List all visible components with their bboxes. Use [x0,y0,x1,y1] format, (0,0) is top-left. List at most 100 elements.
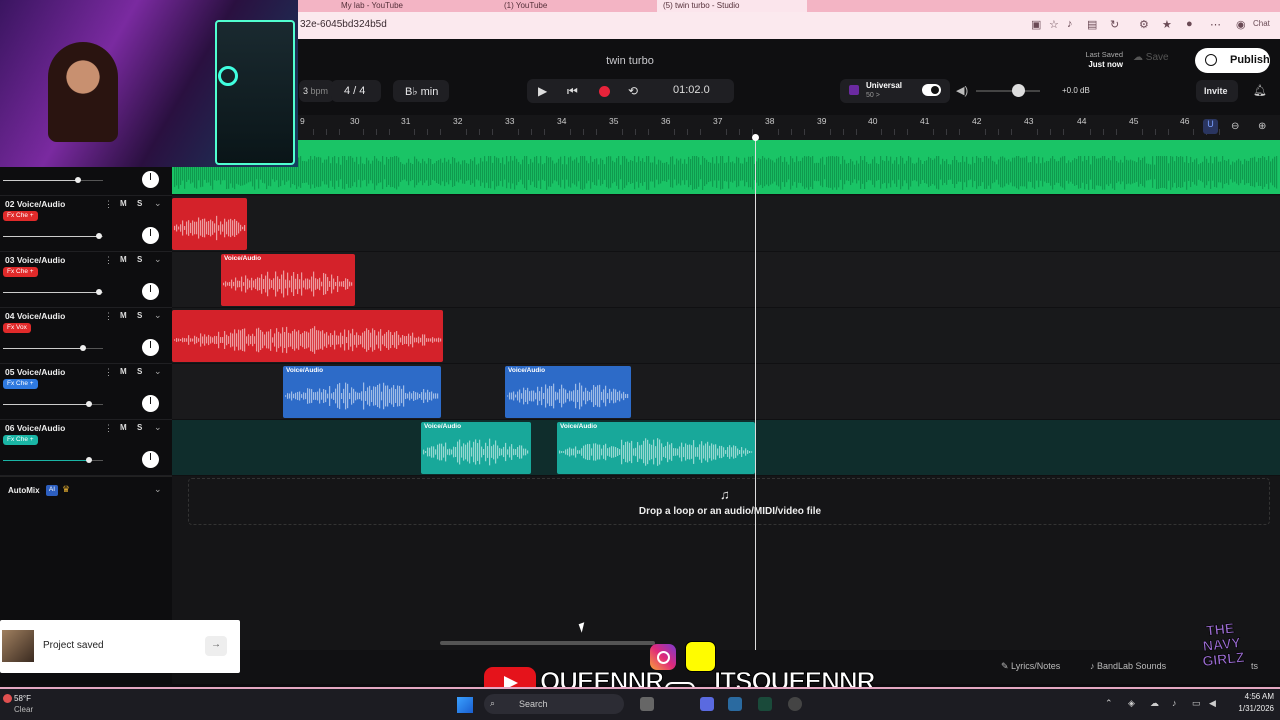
zoom-out-icon[interactable]: ⊖ [1231,121,1239,132]
track-fx-badge[interactable]: Fx Che + [3,267,38,277]
solo-button[interactable]: S [137,311,142,320]
audio-clip[interactable]: Voice/Audio [557,422,755,474]
save-button[interactable]: ☁ Save [1133,52,1183,69]
refresh-icon[interactable]: ↻ [1110,18,1119,31]
track-header[interactable]: 05 Voice/Audio Fx Che + ⋮ M S ⌄ [0,364,172,420]
time-signature[interactable]: 4 / 4 [331,80,381,102]
weather-temp[interactable]: 58°F [14,694,31,703]
audio-clip[interactable]: Voice/Audio [221,254,355,306]
audio-clip[interactable]: Voice/Audio [283,366,441,418]
steam-icon[interactable] [728,697,742,711]
browser-tab-active[interactable]: (5) twin turbo - Studio [657,0,807,12]
obs-icon[interactable] [788,697,802,711]
weather-condition[interactable]: Clear [14,705,33,714]
mic-tray-icon[interactable]: ♪ [1172,698,1177,708]
track-menu-icon[interactable]: ⋮ [104,367,113,378]
snap-magnet-icon[interactable]: U [1203,119,1218,134]
zoom-in-icon[interactable]: ⊕ [1258,121,1266,132]
pan-knob[interactable] [142,171,159,188]
cloud-icon[interactable]: ☁ [1150,698,1159,709]
track-volume-knob[interactable] [75,177,81,183]
master-volume-slider[interactable] [976,90,1040,92]
playhead-handle[interactable] [752,134,759,141]
key-selector[interactable]: B♭ min [393,80,449,102]
clock-time[interactable]: 4:56 AM [1224,692,1274,701]
profile-icon[interactable]: ● [1186,18,1193,30]
track-volume-knob[interactable] [96,233,102,239]
lyrics-notes-button[interactable]: ✎ Lyrics/Notes [1001,661,1060,672]
taskbar-search[interactable]: Search [484,694,624,714]
bandlab-sounds-button[interactable]: ♪ BandLab Sounds [1090,661,1166,671]
favorites-icon[interactable]: ★ [1162,18,1172,31]
solo-button[interactable]: S [137,255,142,264]
volume-icon[interactable]: ◀) [956,84,968,97]
clock-date[interactable]: 1/31/2026 [1224,704,1274,713]
arrangement-area[interactable]: Voice/Audio Voice/Audio Voice/Audio Voice/A… [172,140,1280,650]
loop-icon[interactable]: ⟲ [628,84,638,98]
chevron-down-icon[interactable]: ⌄ [154,484,162,495]
track-menu-icon[interactable]: ⋮ [104,423,113,434]
tray-chevron-icon[interactable]: ⌃ [1105,698,1113,709]
track-name[interactable]: 02 Voice/Audio [5,199,65,209]
copilot-icon[interactable]: ◉ [1236,18,1246,31]
track-volume-knob[interactable] [86,401,92,407]
apps-icon[interactable]: ▣ [1031,18,1041,31]
chevron-down-icon[interactable]: ⌄ [154,366,162,377]
horizontal-scrollbar[interactable] [440,641,655,645]
browser-tab[interactable]: My lab - YouTube [335,0,480,12]
track-header[interactable]: 03 Voice/Audio Fx Che + ⋮ M S ⌄ [0,252,172,308]
track-header[interactable]: 02 Voice/Audio Fx Che + ⋮ M S ⌄ [0,196,172,252]
windows-start-icon[interactable] [457,697,473,713]
menu-icon[interactable]: ⋯ [1210,18,1221,31]
bell-icon[interactable]: 🔔︎ [1253,84,1267,97]
track-name[interactable]: 03 Voice/Audio [5,255,65,265]
tempo-control[interactable]: 3 bpm [299,80,334,102]
track-name[interactable]: 04 Voice/Audio [5,311,65,321]
track-menu-icon[interactable]: ⋮ [104,311,113,322]
mute-button[interactable]: M [120,255,127,264]
network-icon[interactable]: ▭ [1192,698,1201,709]
chevron-down-icon[interactable]: ⌄ [154,254,162,265]
rewind-icon[interactable]: ⏮ [567,84,578,99]
track-header[interactable]: 06 Voice/Audio Fx Che + ⋮ M S ⌄ [0,420,172,476]
chevron-down-icon[interactable]: ⌄ [154,198,162,209]
solo-button[interactable]: S [137,423,142,432]
record-icon[interactable] [599,86,610,97]
track-volume-knob[interactable] [96,289,102,295]
pan-knob[interactable] [142,339,159,356]
discord-icon[interactable] [700,697,714,711]
app-icon[interactable] [758,697,772,711]
chevron-down-icon[interactable]: ⌄ [154,310,162,321]
mute-button[interactable]: M [120,367,127,376]
track-fx-badge[interactable]: Fx Vox [3,323,31,333]
browser-tab[interactable]: (1) YouTube [498,0,643,12]
track-menu-icon[interactable]: ⋮ [104,199,113,210]
mic-icon[interactable]: ♪ [1067,18,1073,30]
star-icon[interactable]: ☆ [1049,18,1059,31]
pan-knob[interactable] [142,395,159,412]
solo-button[interactable]: S [137,367,142,376]
track-menu-icon[interactable]: ⋮ [104,255,113,266]
solo-button[interactable]: S [137,199,142,208]
automix-row[interactable]: AutoMix AI ♛ ⌄ [0,476,172,504]
track-name[interactable]: 05 Voice/Audio [5,367,65,377]
timeline-ruler[interactable]: 9 30 31 32 33 34 35 36 37 38 39 40 41 42 43 44 45 46 [172,115,1280,140]
tray-app-icon[interactable]: ◈ [1128,698,1135,709]
play-icon[interactable]: ▶ [538,84,547,98]
audio-clip[interactable] [172,310,443,362]
audio-clip[interactable] [172,146,1280,192]
settings-icon[interactable]: ⚙ [1139,18,1149,31]
chevron-down-icon[interactable]: ⌄ [154,422,162,433]
project-title[interactable]: twin turbo [580,55,680,67]
chat-label[interactable]: Chat [1253,19,1270,28]
track-header[interactable]: 04 Voice/Audio Fx Vox ⋮ M S ⌄ [0,308,172,364]
master-volume-knob[interactable] [1012,84,1025,97]
mute-button[interactable]: M [120,199,127,208]
pan-knob[interactable] [142,283,159,300]
url-text[interactable]: 32e-6045bd324b5d [300,19,387,30]
speaker-icon[interactable]: ◀ [1209,698,1216,709]
pan-knob[interactable] [142,227,159,244]
invite-button[interactable]: Invite [1196,80,1238,102]
audio-clip[interactable]: Voice/Audio [421,422,531,474]
file-explorer-icon[interactable] [640,697,654,711]
